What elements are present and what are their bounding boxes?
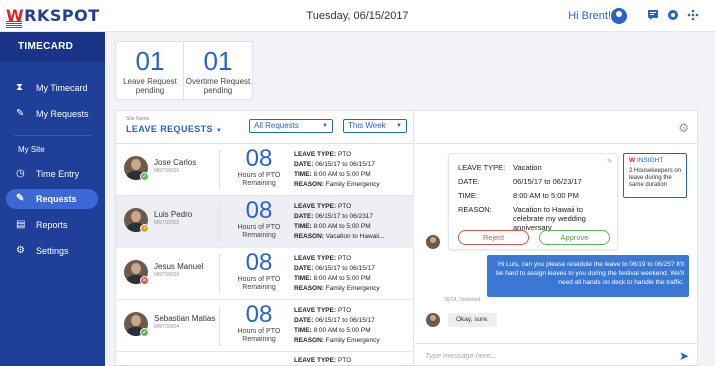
leave-pending-count: 01 xyxy=(135,46,165,76)
employee-name: Jose Carlos xyxy=(154,158,197,167)
leave-request-list: Site Name LEAVE REQUESTS ▼ All Requests ▼… xyxy=(116,111,414,366)
pto-hours: 08 Hours of PTO Remaining xyxy=(237,197,281,240)
employee-name: Luis Pedro xyxy=(154,210,193,219)
wrkspot-logo-icon: W xyxy=(629,157,636,164)
hourglass-icon: ⧗ xyxy=(16,82,24,93)
leave-details: LEAVE TYPE: PTO DATE: 06/15/17 to 06/231… xyxy=(294,203,385,240)
employee-avatar xyxy=(426,313,440,327)
delivery-status: 06/14, Delivered xyxy=(444,297,481,303)
insight-text: 2 Housekeepers on leave during the same … xyxy=(629,168,682,188)
edit-icon: ✎ xyxy=(16,193,25,204)
pto-hours: 08 Hours of PTO Remaining xyxy=(237,145,281,188)
employee-id: MMT00002 xyxy=(154,220,180,226)
sidebar-item-requests[interactable]: ✎ Requests xyxy=(6,189,98,209)
outgoing-message: Hi Luis, can you please resedule the lea… xyxy=(487,255,689,297)
main-panel: Site Name LEAVE REQUESTS ▼ All Requests ▼… xyxy=(115,110,699,366)
settings-gear-icon[interactable]: ⚙ xyxy=(678,121,689,135)
stopwatch-icon: ◷ xyxy=(16,168,25,179)
leave-details: LEAVE TYPE: PTO xyxy=(294,357,352,364)
apps-icon[interactable] xyxy=(687,9,699,21)
edit-icon: ✎ xyxy=(16,108,25,119)
leave-details: LEAVE TYPE: PTO DATE: 06/15/17 to 06/15/… xyxy=(294,255,380,292)
pto-hours: 08 Hours of PTO Remaining xyxy=(237,249,281,292)
sidebar-item-my-requests[interactable]: ✎ My Requests xyxy=(6,104,98,124)
sidebar-item-my-timecard[interactable]: ⧗ My Timecard xyxy=(6,78,98,98)
leave-details: LEAVE TYPE: PTO DATE: 06/15/17 to 06/15/… xyxy=(294,307,380,344)
employee-name: Jesus Manuel xyxy=(154,262,204,271)
approved-check-icon: ✓ xyxy=(140,172,149,181)
row-divider xyxy=(219,150,220,190)
row-divider xyxy=(219,202,220,242)
pto-hours: 08 Hours of PTO Remaining xyxy=(237,301,281,344)
employee-name: Sebastian Matias xyxy=(154,314,216,323)
request-row[interactable]: ✓ Sebastian Matias MMT00004 08 Hours of … xyxy=(116,300,414,352)
user-greeting[interactable]: Hi Brent! xyxy=(568,10,611,22)
overtime-pending-card[interactable]: 01 Overtime Request pending xyxy=(183,41,253,100)
approved-check-icon: ✓ xyxy=(140,328,149,337)
message-input[interactable]: Type message here... ➤ xyxy=(415,343,699,366)
request-row[interactable]: ✕ Jesus Manuel MMT00003 08 Hours of PTO … xyxy=(116,248,414,300)
employee-avatar xyxy=(426,235,440,249)
row-divider xyxy=(219,254,220,294)
leave-details: LEAVE TYPE: PTO DATE: 06/15/17 to 06/15/… xyxy=(294,151,380,188)
period-select[interactable]: This Week ▼ xyxy=(343,119,407,133)
caret-down-icon: ▼ xyxy=(322,123,328,129)
caret-down-icon: ▼ xyxy=(215,128,223,134)
sidebar-divider xyxy=(14,135,92,136)
user-avatar[interactable] xyxy=(611,8,627,24)
top-bar: WRKSPOT Tuesday, 06/15/2017 Hi Brent! xyxy=(0,0,715,32)
sidebar-item-time-entry[interactable]: ◷ Time Entry xyxy=(6,164,98,184)
report-icon: ▤ xyxy=(16,219,26,230)
rejected-x-icon: ✕ xyxy=(140,276,149,285)
pending-clock-icon: ◔ xyxy=(140,224,149,233)
sidebar-item-reports[interactable]: ▤ Reports xyxy=(6,215,98,235)
request-row-selected[interactable]: ◔ Luis Pedro MMT00002 08 Hours of PTO Re… xyxy=(116,196,414,248)
insight-card[interactable]: W INSIGHT 2 Housekeepers on leave during… xyxy=(623,153,687,198)
sidebar-section-my-site: My Site xyxy=(18,145,45,154)
notification-icon[interactable] xyxy=(667,9,679,21)
request-filter-select[interactable]: All Requests ▼ xyxy=(249,119,333,133)
chat-icon[interactable] xyxy=(647,9,659,21)
caret-down-icon: ▼ xyxy=(396,123,402,129)
overtime-pending-count: 01 xyxy=(203,46,233,76)
message-placeholder: Type message here... xyxy=(425,351,497,360)
sidebar-item-settings[interactable]: ⚙ Settings xyxy=(6,241,98,261)
gear-icon: ⚙ xyxy=(16,245,25,256)
sidebar-title: TIMECARD xyxy=(0,32,105,62)
request-row[interactable]: ✓ Jose Carlos MMT00001 08 Hours of PTO R… xyxy=(116,144,414,196)
site-name-label: Site Name xyxy=(126,116,150,122)
list-header: Site Name LEAVE REQUESTS ▼ All Requests ▼… xyxy=(116,111,413,144)
incoming-message: Okay, sure. xyxy=(448,313,497,327)
sidebar: TIMECARD ⧗ My Timecard ✎ My Requests My Si… xyxy=(0,32,105,366)
leave-requests-dropdown[interactable]: LEAVE REQUESTS ▼ xyxy=(126,124,222,134)
leave-pending-card[interactable]: 01 Leave Request pending xyxy=(115,41,185,100)
chat-panel: ⚙ ✎ LEAVE TYPE: Vacation DATE: 06/15/17 … xyxy=(415,111,699,366)
send-icon[interactable]: ➤ xyxy=(679,349,689,363)
chat-header: ⚙ xyxy=(415,111,699,144)
request-row[interactable]: LEAVE TYPE: PTO xyxy=(116,352,414,366)
insight-title: W INSIGHT xyxy=(629,157,664,164)
employee-id: MMT00004 xyxy=(154,324,180,330)
leave-request-card: ✎ LEAVE TYPE: Vacation DATE: 06/15/17 to… xyxy=(448,153,618,250)
flag-icon xyxy=(6,21,22,28)
approve-button[interactable]: Approve xyxy=(539,230,610,245)
employee-id: MMT00003 xyxy=(154,272,180,278)
employee-id: MMT00001 xyxy=(154,168,180,174)
reject-button[interactable]: Reject xyxy=(458,230,529,245)
row-divider xyxy=(219,306,220,346)
